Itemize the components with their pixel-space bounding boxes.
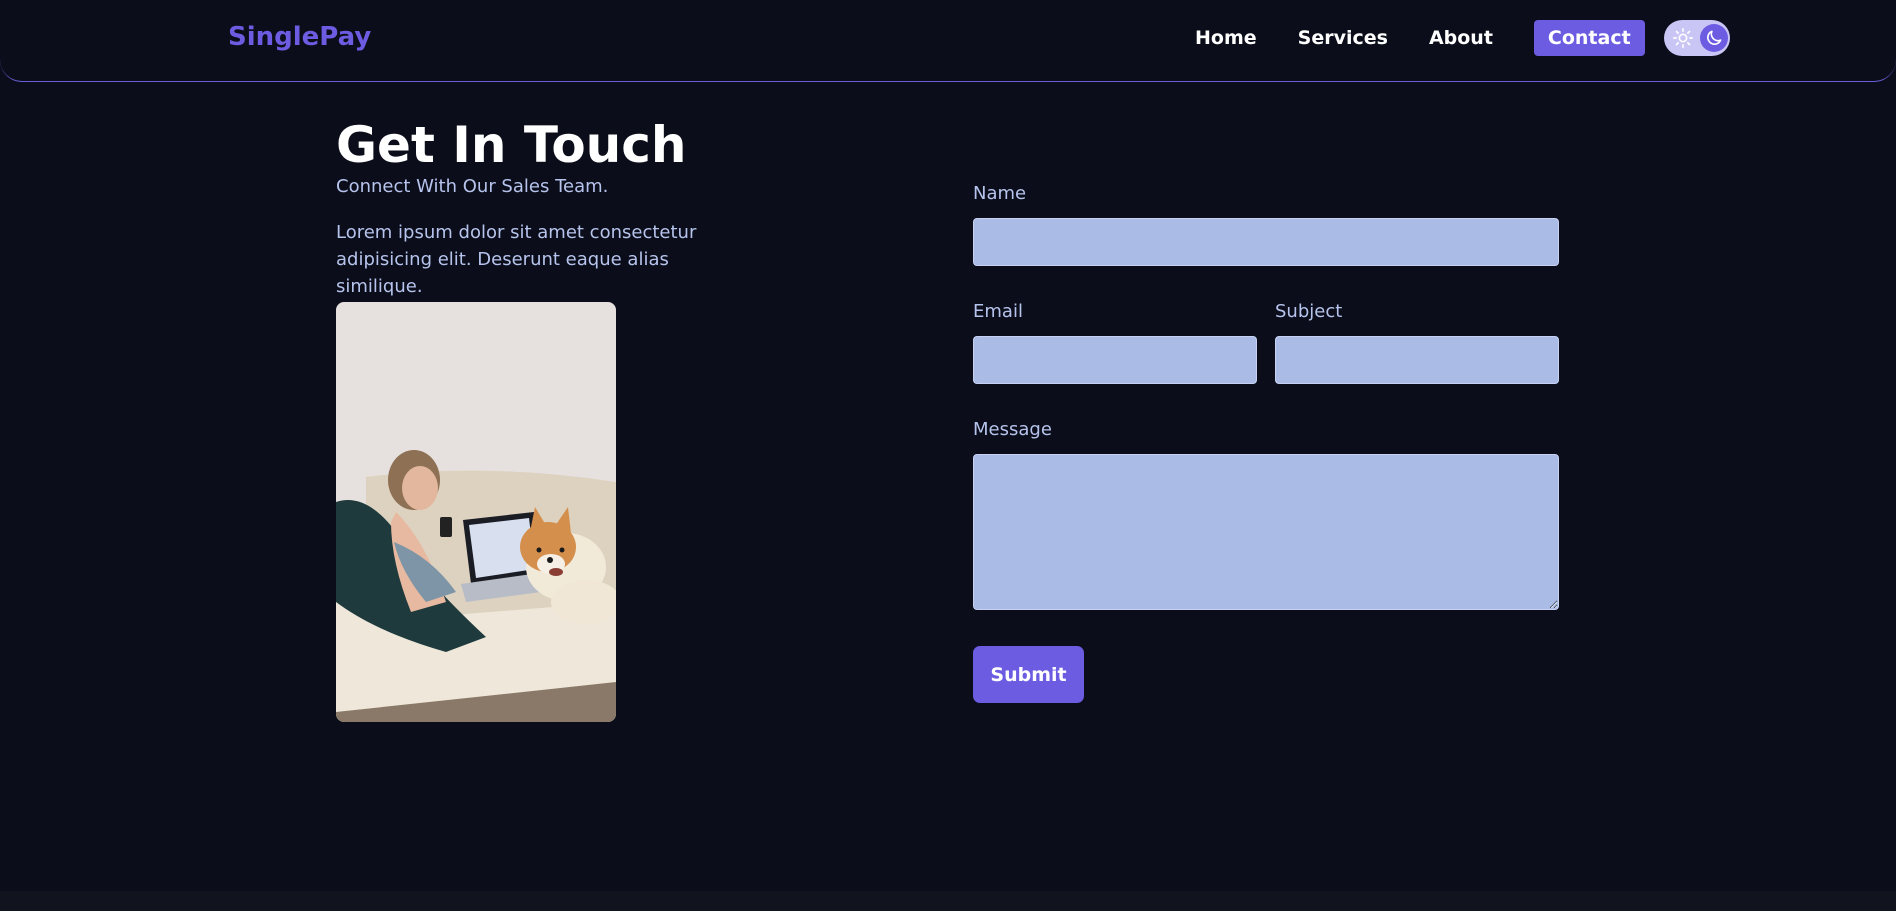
page-subtitle: Connect With Our Sales Team.	[336, 176, 609, 197]
nav-about[interactable]: About	[1429, 20, 1493, 56]
email-input[interactable]	[973, 336, 1257, 384]
intro-text: Lorem ipsum dolor sit amet consectetur a…	[336, 222, 697, 297]
logo[interactable]: SinglePay	[228, 22, 371, 52]
email-label: Email	[973, 301, 1023, 322]
message-textarea[interactable]	[973, 454, 1559, 610]
site-header: SinglePay Home Services About Contact	[0, 0, 1896, 82]
nav-contact[interactable]: Contact	[1533, 20, 1645, 56]
name-input[interactable]	[973, 218, 1559, 266]
footer-strip	[0, 891, 1896, 911]
page-title: Get In Touch	[336, 116, 687, 174]
nav-services[interactable]: Services	[1298, 20, 1388, 56]
main-nav: Home Services About Contact	[1195, 20, 1730, 56]
subject-label: Subject	[1275, 301, 1343, 322]
contact-photo-illustration	[336, 302, 616, 722]
subject-input[interactable]	[1275, 336, 1559, 384]
name-label: Name	[973, 183, 1027, 204]
moon-icon	[1706, 30, 1722, 45]
theme-toggle[interactable]	[1663, 20, 1730, 56]
contact-photo	[336, 302, 616, 722]
sun-icon	[1672, 28, 1693, 48]
submit-button[interactable]: Submit	[973, 646, 1084, 703]
nav-home[interactable]: Home	[1195, 20, 1257, 56]
message-label: Message	[973, 419, 1052, 440]
